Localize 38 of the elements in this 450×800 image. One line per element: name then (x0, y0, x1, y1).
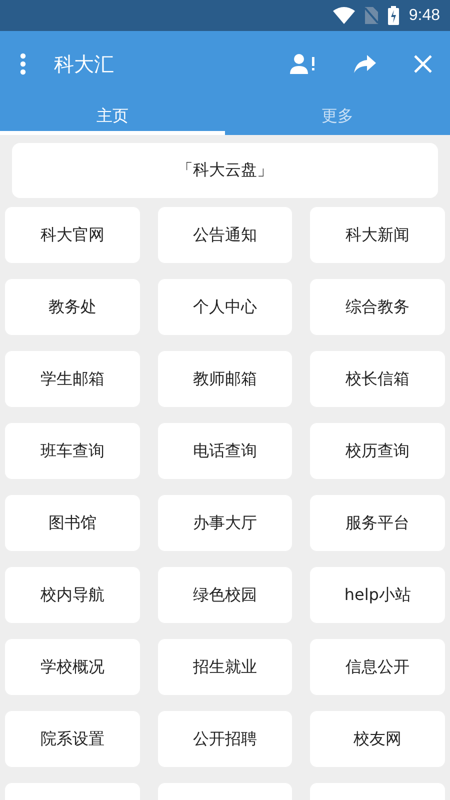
tile-button[interactable]: 校长信箱 (310, 351, 445, 407)
tile-button[interactable]: 办事大厅 (158, 495, 292, 551)
person-alert-icon (290, 54, 316, 74)
close-icon (414, 55, 432, 73)
tile-button[interactable]: 服务平台 (310, 495, 445, 551)
tile-button[interactable]: 综合教务 (310, 279, 445, 335)
tile-button[interactable]: 校友网 (310, 711, 445, 767)
more-vertical-icon (20, 53, 26, 75)
tile-button[interactable]: help小站 (310, 567, 445, 623)
tile-button[interactable]: 学校概况 (5, 639, 140, 695)
no-sim-icon (364, 7, 378, 24)
tile-button[interactable]: 校历查询 (310, 423, 445, 479)
tile-button[interactable]: 教务处 (5, 279, 140, 335)
tile-button[interactable]: 教师邮箱 (158, 351, 292, 407)
tile-button[interactable]: 班车查询 (5, 423, 140, 479)
status-time: 9:48 (408, 6, 440, 24)
tile-button[interactable]: 信息公开 (310, 639, 445, 695)
tile-button[interactable]: 公告通知 (158, 207, 292, 263)
report-user-button[interactable] (290, 54, 316, 74)
battery-charging-icon (388, 6, 399, 25)
tile-button[interactable]: 招生就业 (158, 639, 292, 695)
cloud-disk-button[interactable]: 「科大云盘」 (12, 143, 438, 198)
close-button[interactable] (414, 55, 432, 73)
share-button[interactable] (354, 55, 376, 73)
tile-button[interactable]: 图书馆 (5, 495, 140, 551)
tile-button[interactable]: 个人中心 (158, 279, 292, 335)
tile-button[interactable]: 科大新闻 (310, 207, 445, 263)
menu-button[interactable] (20, 53, 26, 75)
wifi-icon (332, 7, 355, 24)
share-arrow-icon (354, 55, 376, 73)
tile-button[interactable]: 科大官网 (5, 207, 140, 263)
tile-button[interactable]: 学生邮箱 (5, 351, 140, 407)
tile-button[interactable]: 校内导航 (5, 567, 140, 623)
tile-button[interactable]: 电话查询 (158, 423, 292, 479)
tile-button[interactable]: 公开招聘 (158, 711, 292, 767)
tile-button[interactable]: 绿色校园 (158, 567, 292, 623)
app-title: 科大汇 (54, 50, 114, 78)
tile-button[interactable]: 院系设置 (5, 711, 140, 767)
